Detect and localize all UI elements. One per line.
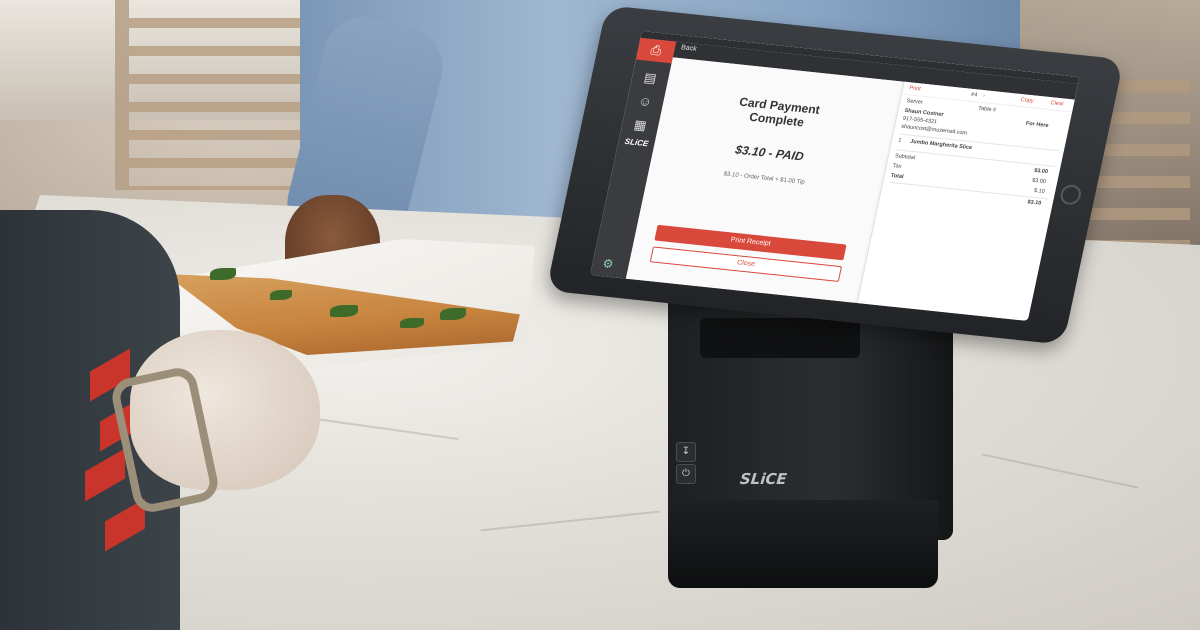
paid-amount: $3.10 - PAID xyxy=(733,142,806,164)
pos-tablet: ⎙ ▤ ☺ ▦ SLiCE ⚙ Back Card Payment Comple… xyxy=(546,5,1124,345)
order-number: #4 xyxy=(970,91,978,99)
power-icon[interactable]: ⏻ xyxy=(676,464,696,484)
payment-detail: $3.10 - Order Total + $1.00 Tip xyxy=(722,171,806,186)
printer-logo: SLiCE xyxy=(739,470,788,488)
slice-logo: SLiCE xyxy=(623,136,650,149)
basil-leaf xyxy=(210,268,236,280)
tax-value: $.10 xyxy=(1033,187,1046,195)
basil-leaf xyxy=(330,305,358,317)
paper-slot xyxy=(700,318,860,358)
divider xyxy=(896,149,1056,167)
payment-panel: Card Payment Complete $3.10 - PAID $3.10… xyxy=(625,57,902,303)
tax-label: Tax xyxy=(892,163,902,170)
shirt-stripe xyxy=(85,448,125,502)
server-label: Server xyxy=(906,98,924,106)
subtotal-value: $3.00 xyxy=(1031,177,1047,186)
copy-link[interactable]: Copy xyxy=(1020,97,1034,104)
printer-base xyxy=(668,500,938,588)
feed-icon[interactable]: ↧ xyxy=(676,442,696,462)
total-label: Total xyxy=(890,172,905,181)
user-icon[interactable]: ☺ xyxy=(631,90,659,114)
item-qty: 1 xyxy=(897,137,902,144)
item-price: $3.00 xyxy=(1033,167,1049,176)
pos-screen: ⎙ ▤ ☺ ▦ SLiCE ⚙ Back Card Payment Comple… xyxy=(590,31,1080,321)
clear-link[interactable]: Clear xyxy=(1050,100,1064,107)
table-label: Table # xyxy=(977,105,997,114)
gear-icon[interactable]: ⚙ xyxy=(601,256,615,271)
back-button[interactable]: Back xyxy=(680,44,697,53)
payment-title: Card Payment Complete xyxy=(661,87,896,139)
print-link[interactable]: Print xyxy=(909,85,922,92)
order-type: For Here xyxy=(1025,120,1050,129)
photo-scene: SLiCE ↧ ⏻ ⎙ ▤ ☺ ▦ SLiCE ⚙ Back Card Paym… xyxy=(0,0,1200,630)
document-icon[interactable]: ▤ xyxy=(636,66,664,90)
subtotal-label: Subtotal xyxy=(894,153,916,162)
basil-leaf xyxy=(440,308,466,320)
basil-leaf xyxy=(270,290,292,300)
cash-icon[interactable]: ▦ xyxy=(626,113,654,137)
total-value: $3.10 xyxy=(1026,199,1042,207)
basil-leaf xyxy=(400,318,424,328)
printer-icon[interactable]: ⎙ xyxy=(635,37,677,64)
home-button[interactable] xyxy=(1058,183,1083,206)
divider xyxy=(889,181,1049,200)
chevron-right-icon[interactable]: › xyxy=(982,93,985,99)
